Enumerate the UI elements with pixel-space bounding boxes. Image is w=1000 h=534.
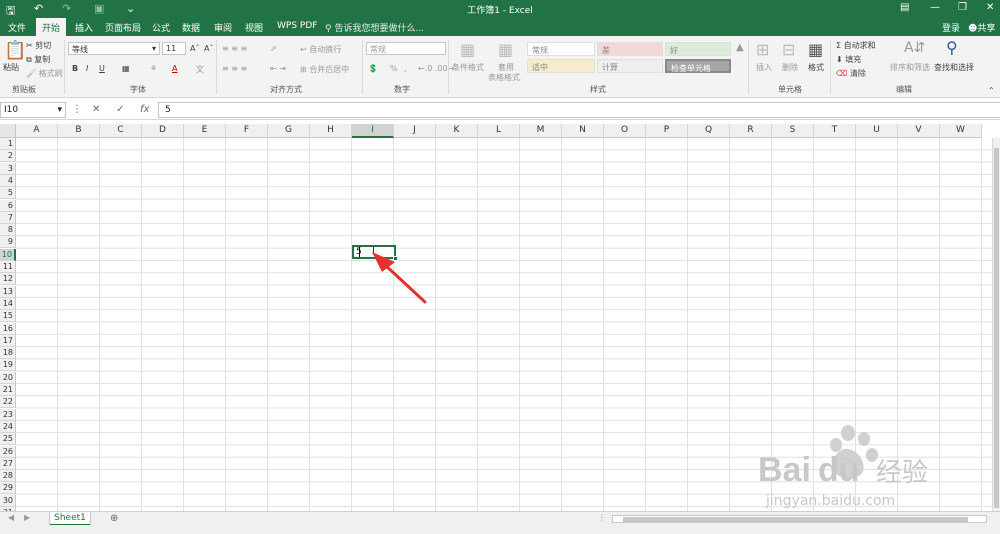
horizontal-scroll-thumb[interactable] <box>623 517 968 522</box>
vertical-scroll-thumb[interactable] <box>994 148 999 508</box>
horizontal-scrollbar[interactable] <box>612 515 987 523</box>
add-sheet-icon[interactable]: ⊕ <box>110 513 118 524</box>
baidu-jingyan-watermark: Bai du 经验 jingyan.baidu.com <box>758 425 928 509</box>
prev-sheet-icon[interactable]: ◀ <box>8 513 14 522</box>
watermark-brand-2: du <box>818 451 860 489</box>
tab-splitter-icon[interactable]: ⋮ <box>598 513 606 522</box>
watermark-url: jingyan.baidu.com <box>765 493 895 509</box>
status-bar <box>0 525 1000 534</box>
vertical-scrollbar[interactable] <box>992 138 1000 511</box>
watermark-cn: 经验 <box>876 458 928 488</box>
sheet-tab-sheet1[interactable]: Sheet1 <box>50 512 90 526</box>
watermark-brand: Bai <box>758 451 811 489</box>
next-sheet-icon[interactable]: ▶ <box>24 513 30 522</box>
